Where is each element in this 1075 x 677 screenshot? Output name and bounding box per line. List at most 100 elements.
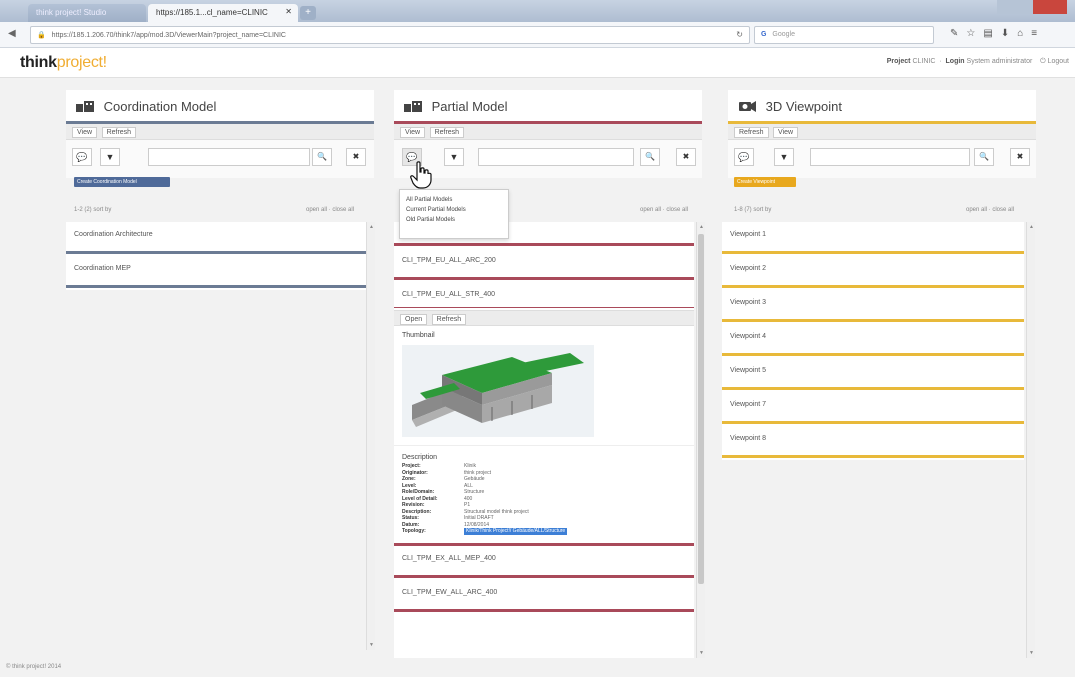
header-user-info: Project CLINIC · Login System administra… [886, 58, 1069, 65]
open-close-all[interactable]: open all · close all [966, 207, 1014, 213]
refresh-button[interactable]: Refresh [431, 314, 467, 325]
filter-icon[interactable]: ▼ [774, 148, 794, 166]
list-item-expanded[interactable]: CLI_TPM_EU_ALL_STR_400 [394, 282, 694, 308]
item-label: Viewpoint 1 [730, 231, 767, 238]
footer-text: © think project! 2014 [6, 664, 62, 670]
close-window-button[interactable] [1033, 0, 1067, 14]
list-item[interactable]: Viewpoint 1 [722, 222, 1024, 254]
view-button[interactable]: View [72, 127, 98, 138]
item-label: Viewpoint 4 [730, 333, 767, 340]
partial-model-detail: Open Refresh Thumbnail Description Proje… [394, 310, 694, 546]
clear-icon[interactable]: ✖ [676, 148, 696, 166]
refresh-button[interactable]: Refresh [101, 127, 137, 138]
back-arrow-icon[interactable]: ◀ [8, 28, 16, 39]
viewpoint-scrollbar[interactable]: ▲ ▼ [1026, 222, 1035, 658]
minimize-button[interactable] [997, 0, 1015, 14]
search-input[interactable] [810, 148, 970, 166]
comment-icon[interactable]: 💬 [72, 148, 92, 166]
model-thumbnail[interactable] [402, 345, 594, 437]
scroll-up-icon[interactable]: ▲ [367, 224, 376, 230]
list-item[interactable]: CLI_TPM_EU_ALL_ARC_200 [394, 248, 694, 280]
viewpoint-panel: 3D Viewpoint Refresh View 💬 ▼ 🔍 ✖ [728, 90, 1036, 178]
field-value[interactable]: Klinik/Think Project!/ Gebäude/ALL/Struc… [464, 528, 568, 535]
description-label: Description [394, 445, 694, 463]
list-item[interactable]: Viewpoint 2 [722, 256, 1024, 288]
project-value[interactable]: CLINIC [912, 58, 935, 65]
thinkproject-logo[interactable]: thinkproject! [20, 54, 107, 72]
view-button[interactable]: View [773, 127, 799, 138]
detail-fields: Project: Klinik Originator: think project Zo… [394, 463, 694, 535]
list-item[interactable]: Coordination Architecture [66, 222, 366, 254]
list-item[interactable]: CLI_TPM_EX_ALL_MEP_400 [394, 545, 694, 578]
refresh-button[interactable]: Refresh [429, 127, 465, 138]
home-icon[interactable]: ⌂ [1017, 28, 1031, 39]
logout-link[interactable]: Logout [1048, 58, 1069, 65]
pen-icon[interactable]: ✎ [950, 28, 966, 39]
list-item[interactable]: Coordination MEP [66, 256, 366, 288]
menu-icon[interactable]: ≡ [1031, 28, 1045, 39]
open-close-label: open all · close all [966, 207, 1015, 213]
browser-search-input[interactable]: G Google [754, 26, 934, 44]
item-label: CLI_TPM_EU_ALL_STR_400 [402, 291, 495, 298]
maximize-button[interactable] [1015, 0, 1033, 14]
scroll-down-icon[interactable]: ▼ [697, 650, 706, 656]
list-item[interactable]: CLI_TPM_EW_ALL_ARC_400 [394, 579, 694, 612]
login-label: Login [945, 58, 965, 65]
list-item[interactable]: Viewpoint 4 [722, 324, 1024, 356]
list-item[interactable]: Viewpoint 5 [722, 358, 1024, 390]
dropdown-old-partial-models[interactable]: Old Partial Models [400, 215, 508, 225]
bookmarks-icon[interactable]: ▤ [983, 28, 1000, 39]
window-controls [997, 0, 1069, 16]
coordination-scrollbar[interactable]: ▲ ▼ [366, 222, 375, 650]
search-icon[interactable]: 🔍 [974, 148, 994, 166]
download-icon[interactable]: ⬇ [1001, 28, 1017, 39]
filter-icon[interactable]: ▼ [100, 148, 120, 166]
browser-tab-studio[interactable]: think project! Studio [28, 4, 146, 22]
browser-tab-clinic[interactable]: https://185.1...cl_name=CLINIC ✕ [148, 4, 298, 22]
panel-header: Partial Model [394, 90, 702, 124]
list-item[interactable]: Viewpoint 3 [722, 290, 1024, 322]
dropdown-current-partial-models[interactable]: Current Partial Models [400, 205, 508, 215]
clear-icon[interactable]: ✖ [346, 148, 366, 166]
browser-nav-bar: ◀ 🔒 https://185.1.206.70/think7/app/mod.… [0, 22, 1075, 48]
login-value[interactable]: System administrator [967, 58, 1033, 65]
clear-icon[interactable]: ✖ [1010, 148, 1030, 166]
scroll-thumb[interactable] [698, 234, 704, 584]
partial-scrollbar[interactable]: ▲ ▼ [696, 222, 705, 658]
scroll-up-icon[interactable]: ▲ [697, 224, 706, 230]
search-icon[interactable]: 🔍 [640, 148, 660, 166]
coordination-model-panel: Coordination Model View Refresh 💬 ▼ 🔍 ✖ [66, 90, 374, 178]
panel-header: Coordination Model [66, 90, 374, 124]
scroll-down-icon[interactable]: ▼ [1027, 650, 1036, 656]
comment-icon[interactable]: 💬 [734, 148, 754, 166]
list-item[interactable]: Viewpoint 7 [722, 392, 1024, 424]
create-viewpoint-button[interactable]: Create Viewpoint [734, 177, 796, 187]
item-label: Viewpoint 2 [730, 265, 767, 272]
panel-toolbar: View Refresh [66, 124, 374, 140]
refresh-button[interactable]: Refresh [734, 127, 769, 138]
dropdown-all-partial-models[interactable]: All Partial Models [400, 195, 508, 205]
open-button[interactable]: Open [400, 314, 428, 325]
scroll-up-icon[interactable]: ▲ [1027, 224, 1036, 230]
viewpoint-list: Viewpoint 1 Viewpoint 2 Viewpoint 3 Viewpoi… [722, 222, 1024, 460]
new-tab-button[interactable]: + [300, 6, 316, 20]
search-input[interactable] [148, 148, 310, 166]
filter-icon[interactable]: ▼ [444, 148, 464, 166]
building-icon [76, 101, 94, 112]
logout-icon[interactable]: ⏻ [1040, 58, 1046, 65]
scroll-down-icon[interactable]: ▼ [367, 642, 376, 648]
open-close-all[interactable]: open all · close all [640, 207, 688, 213]
search-input[interactable] [478, 148, 634, 166]
lock-icon: 🔒 [37, 32, 46, 39]
open-close-all[interactable]: open all · close all [306, 207, 354, 213]
browser-tab-bar: think project! Studio https://185.1...cl… [0, 0, 1075, 22]
list-item[interactable]: Viewpoint 8 [722, 426, 1024, 458]
create-coordination-model-button[interactable]: Create Coordination Model [74, 177, 170, 187]
partial-list: CLI_TPM_EU_ALL_ARC_200 CLI_TPM_EU_ALL_ST… [394, 222, 694, 658]
address-bar[interactable]: 🔒 https://185.1.206.70/think7/app/mod.3D… [30, 26, 750, 44]
reload-icon[interactable]: ↻ [736, 30, 743, 39]
search-icon[interactable]: 🔍 [312, 148, 332, 166]
view-button[interactable]: View [400, 127, 426, 138]
star-icon[interactable]: ☆ [966, 28, 983, 39]
close-tab-icon[interactable]: ✕ [285, 7, 292, 16]
